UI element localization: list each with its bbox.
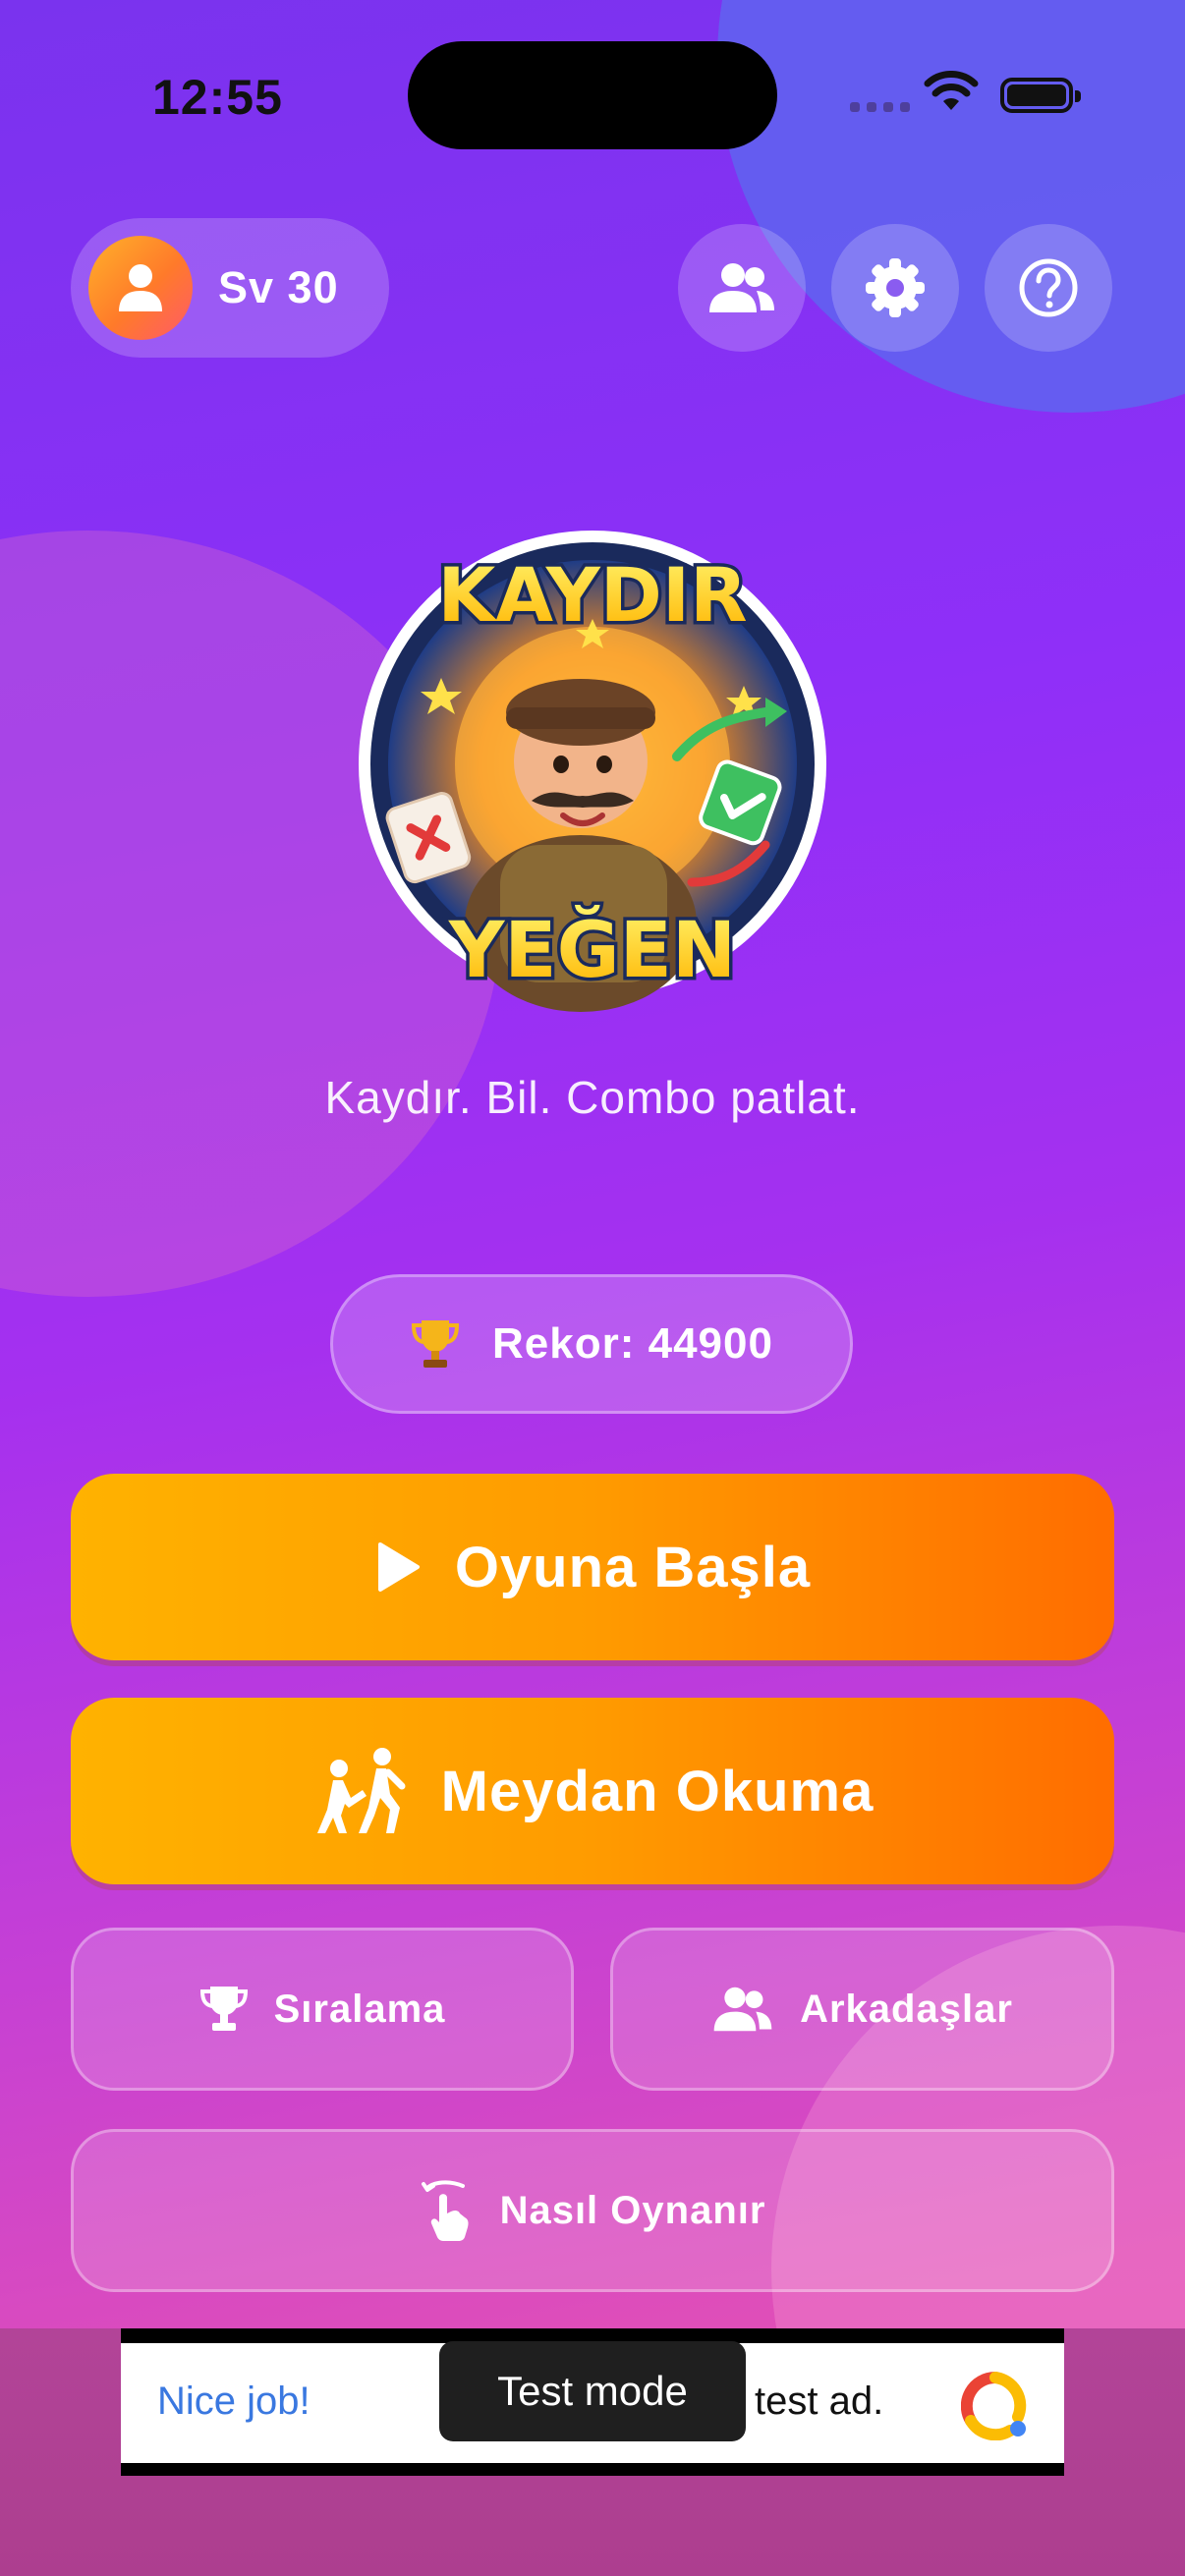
ad-headline[interactable]: Nice job! [157,2380,310,2424]
start-game-button[interactable]: Oyuna Başla [71,1474,1114,1660]
friends-list-label: Arkadaşlar [800,1987,1013,2031]
friends-list-button[interactable]: Arkadaşlar [610,1928,1114,2091]
challenge-people-icon [316,1748,406,1833]
logo-title-bottom: YEĞEN [448,905,736,995]
level-label: Sv 30 [218,262,339,312]
challenge-label: Meydan Okuma [440,1759,875,1823]
friends-button[interactable] [678,224,806,352]
wifi-icon [924,71,979,110]
help-icon [1019,258,1078,317]
logo-title-top: KAYDIR [437,551,747,639]
home-screen: 12:55 Sv 30 KAYDIR YEĞEN Kaydır. Bil. Co… [0,0,1185,2576]
leaderboard-label: Sıralama [273,1987,446,2031]
test-mode-label: Test mode [497,2368,688,2414]
trophy-icon [412,1320,460,1368]
test-mode-badge: Test mode [439,2341,746,2441]
how-to-play-label: Nasıl Oynanır [499,2188,766,2232]
play-icon [377,1542,420,1592]
leaderboard-button[interactable]: Sıralama [71,1928,574,2091]
user-icon [119,264,162,311]
high-score-label: Rekor: 44900 [492,1319,773,1368]
ad-body-text: test ad. [755,2380,884,2423]
trophy-icon [199,1987,248,2031]
avatar [88,236,193,340]
how-to-play-button[interactable]: Nasıl Oynanır [71,2129,1114,2292]
friends-icon [713,1987,772,2032]
friends-icon [709,263,774,312]
high-score-badge: Rekor: 44900 [330,1274,853,1414]
battery-icon [1000,78,1081,113]
game-logo: KAYDIR YEĞEN [359,531,826,1012]
profile-level-button[interactable]: Sv 30 [71,218,389,358]
tagline: Kaydır. Bil. Combo patlat. [324,1072,861,1123]
settings-button[interactable] [831,224,959,352]
swipe-hand-icon [421,2180,469,2241]
dynamic-island [408,41,777,149]
start-game-label: Oyuna Başla [454,1535,812,1599]
challenge-button[interactable]: Meydan Okuma [71,1698,1114,1884]
cellular-signal-icon [850,102,910,112]
ad-network-icon[interactable] [961,2372,1030,2440]
gear-icon [866,258,925,317]
background-blob [717,0,1185,413]
help-button[interactable] [985,224,1112,352]
status-time: 12:55 [152,70,283,125]
